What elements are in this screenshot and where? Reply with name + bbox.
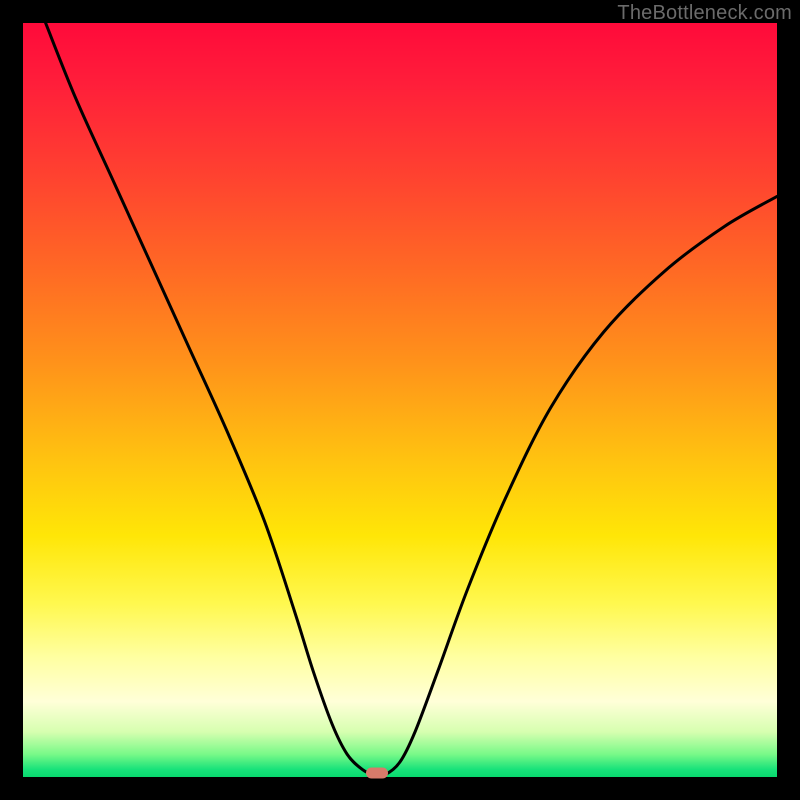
bottleneck-curve [23,23,777,777]
watermark-text: TheBottleneck.com [617,2,792,25]
chart-frame: TheBottleneck.com [0,0,800,800]
plot-area [23,23,777,777]
optimal-marker [366,768,388,779]
